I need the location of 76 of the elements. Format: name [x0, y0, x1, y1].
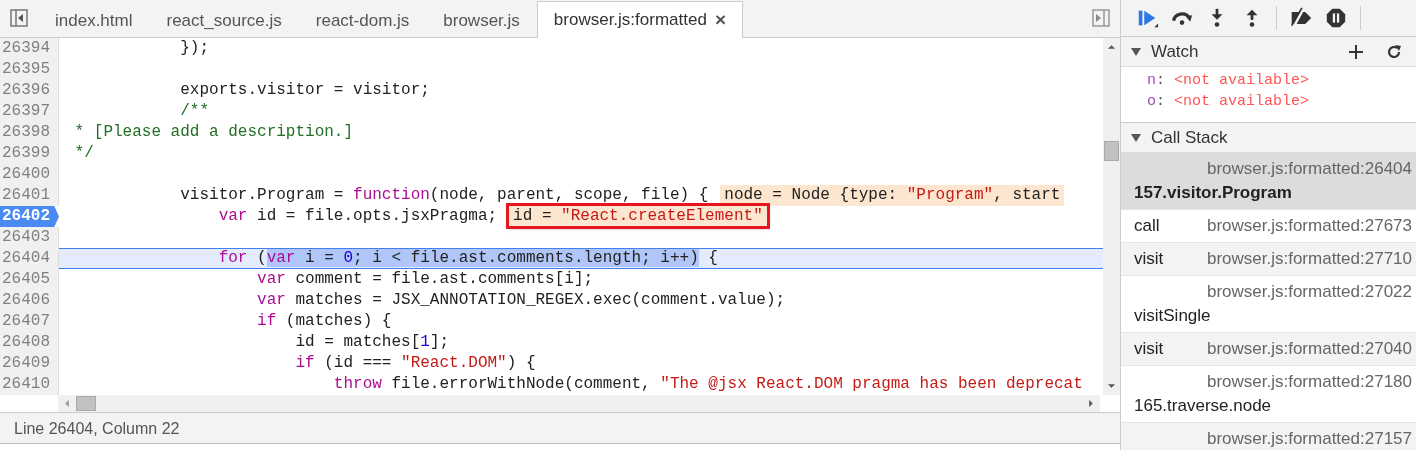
file-tab[interactable]: react-dom.js [298, 3, 427, 38]
code-line: exports.visitor = visitor; [179, 80, 430, 101]
function-name: visit [1134, 248, 1164, 270]
code-line: visitor.Program = function(node, parent, scope, file) { [179, 185, 709, 206]
file-tab[interactable]: index.html [38, 3, 150, 38]
sidebar-toggle-icon[interactable] [1092, 9, 1110, 27]
code-line: /** [179, 101, 210, 122]
code-line: */ [73, 143, 94, 164]
frame-location: browser.js:formatted:27157 [1206, 428, 1412, 450]
collapse-arrow-icon[interactable] [1131, 47, 1141, 56]
line-number[interactable]: 26397 [0, 101, 59, 122]
line-number[interactable]: 26395 [0, 59, 59, 80]
scroll-down-icon[interactable] [1107, 383, 1116, 389]
line-number[interactable]: 26396 [0, 80, 59, 101]
line-number[interactable]: 26398 [0, 122, 59, 143]
line-number[interactable]: 26401 [0, 185, 59, 206]
scrollbar-thumb[interactable] [1104, 141, 1119, 161]
line-number[interactable]: 26400 [0, 164, 59, 185]
line-number[interactable]: 26394 [0, 38, 59, 59]
code-line: var id = file.opts.jsxPragma; [217, 206, 498, 227]
function-name: visit [1134, 338, 1164, 360]
frame-location: browser.js:formatted:27673 [1206, 215, 1412, 237]
code-line: }); [179, 38, 210, 59]
collapse-arrow-icon[interactable] [1131, 133, 1141, 142]
deactivate-breakpoints-icon[interactable] [1290, 7, 1312, 29]
section-title[interactable]: Call Stack [1151, 127, 1228, 148]
function-name: visitSingle [1134, 305, 1212, 327]
inline-value: node = Node {type: "Program", start [720, 185, 1065, 206]
function-name: 157.visitor.Program [1134, 182, 1293, 204]
vertical-scrollbar[interactable] [1103, 38, 1120, 395]
add-icon[interactable] [1348, 43, 1364, 60]
file-tab[interactable]: react_source.js [149, 3, 299, 38]
refresh-icon[interactable] [1386, 43, 1402, 60]
file-tab[interactable]: browser.js:formatted × [536, 1, 743, 38]
line-number[interactable]: 26403 [0, 227, 59, 248]
scroll-up-icon[interactable] [1107, 44, 1116, 50]
code-line: var comment = file.ast.comments[i]; [256, 269, 594, 290]
cursor-position: Line 26404, Column 22 [14, 420, 180, 437]
pause-on-exceptions-icon[interactable] [1325, 7, 1347, 29]
line-number[interactable]: 26409 [0, 353, 59, 374]
line-number[interactable]: 26399 [0, 143, 59, 164]
watch-expression: o: <not available> [1147, 92, 1311, 112]
code-line: if (id === "React.DOM") { [294, 353, 536, 374]
scroll-right-icon[interactable] [1088, 399, 1094, 408]
line-number[interactable]: 26406 [0, 290, 59, 311]
frame-location: browser.js:formatted:27040 [1206, 338, 1412, 360]
horizontal-scrollbar[interactable] [58, 395, 1100, 412]
section-title[interactable]: Watch [1151, 41, 1199, 62]
function-name: call [1134, 215, 1160, 237]
close-icon[interactable]: × [714, 9, 726, 31]
code-line: throw file.errorWithNode(comment, "The @jsx React.DOM pragma has been deprecat [332, 374, 1083, 395]
navigator-toggle-icon[interactable] [10, 9, 28, 27]
code-line: var matches = JSX_ANNOTATION_REGEX.exec(comment.value); [256, 290, 786, 311]
frame-location: browser.js:formatted:27710 [1206, 248, 1412, 270]
line-number[interactable]: 26407 [0, 311, 59, 332]
code-line: id = matches[1]; [294, 332, 450, 353]
call-frame[interactable]: browser.js:formatted:26404 157.visitor.Program [1121, 153, 1416, 210]
code-line: if (matches) { [256, 311, 392, 332]
frame-location: browser.js:formatted:26404 [1206, 158, 1412, 180]
frame-location: browser.js:formatted:27180 [1206, 371, 1412, 393]
line-number[interactable]: 26402 [0, 206, 59, 227]
function-name: 165.traverse.node [1134, 395, 1273, 417]
file-tab[interactable]: browser.js [426, 3, 537, 38]
line-number[interactable]: 26410 [0, 374, 59, 395]
frame-location: browser.js:formatted:27022 [1206, 281, 1412, 303]
line-number[interactable]: 26405 [0, 269, 59, 290]
call-frame[interactable]: browser.js:formatted:27157 [1121, 423, 1416, 450]
watch-expression: n: <not available> [1147, 71, 1311, 91]
call-frame[interactable]: visit browser.js:formatted:27040 [1121, 333, 1416, 366]
code-line: for (var i = 0; i < file.ast.comments.length; i++) { [217, 249, 718, 268]
line-number[interactable]: 26408 [0, 332, 59, 353]
inline-value: id = "React.createElement" [509, 206, 767, 226]
code-line: * [Please add a description.] [73, 122, 354, 143]
call-frame[interactable]: visit browser.js:formatted:27710 [1121, 243, 1416, 276]
scrollbar-thumb[interactable] [76, 396, 96, 411]
line-number[interactable]: 26404 [0, 248, 59, 269]
